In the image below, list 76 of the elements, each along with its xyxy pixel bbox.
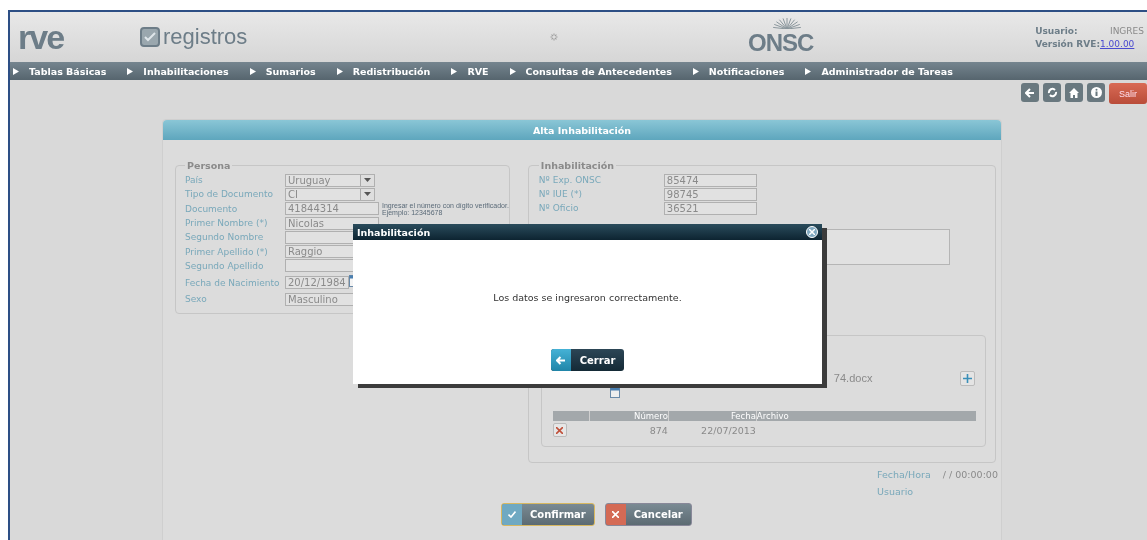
field-label: Tipo de Documento xyxy=(185,189,275,200)
caret-icon[interactable] xyxy=(364,192,371,197)
arrow-left-icon[interactable] xyxy=(556,355,566,365)
user-label: Usuario xyxy=(877,486,915,497)
menu-item[interactable]: Redistribución xyxy=(336,65,431,77)
close-dialog-button[interactable]: Cerrar xyxy=(550,349,625,371)
menu-item[interactable]: Inhabilitaciones xyxy=(127,65,229,77)
exit-button[interactable]: Salir xyxy=(1109,83,1147,104)
triangle-icon xyxy=(509,67,516,75)
menu-item[interactable]: Consultas de Antecedentes xyxy=(509,65,672,77)
cancel-button[interactable]: Cancelar xyxy=(604,503,692,526)
version-label: Versión RVE: xyxy=(1035,38,1100,49)
select-field[interactable]: Uruguay xyxy=(285,173,375,187)
select-field[interactable]: CI xyxy=(285,187,375,201)
field-label: Segundo Apellido xyxy=(185,260,265,271)
column-header: Fecha xyxy=(667,411,756,421)
panel-legend: Inhabilitación xyxy=(538,160,617,171)
info-button[interactable] xyxy=(1087,83,1105,102)
field-label: Sexo xyxy=(185,294,208,305)
agency-logo: ONSC xyxy=(748,29,814,57)
refresh-button[interactable] xyxy=(1043,83,1061,102)
home-button[interactable] xyxy=(1065,83,1083,102)
field-label: Nº Oficio xyxy=(538,203,580,213)
input-field[interactable]: 85474 xyxy=(663,173,757,187)
delete-button[interactable] xyxy=(552,423,567,437)
field-label: Segundo Nombre xyxy=(185,232,265,243)
version-link[interactable]: 1.00.00 xyxy=(1100,38,1144,49)
input-field[interactable]: 41844314 xyxy=(285,202,379,216)
field-label: Nº Exp. ONSC xyxy=(538,175,602,185)
menu-item[interactable]: RVE xyxy=(451,65,489,77)
field-label: Primer Apellido (*) xyxy=(185,246,269,257)
back-button[interactable] xyxy=(1021,83,1039,102)
column-header: Archivo xyxy=(755,411,976,421)
menu-item[interactable]: Tablas Básicas xyxy=(13,65,107,77)
file-name: 74.docx xyxy=(833,372,873,384)
column-header: Número xyxy=(588,411,668,421)
cross-icon[interactable] xyxy=(556,426,564,434)
table-cell-text: 874 xyxy=(648,424,668,436)
datetime-value: / / 00:00:00 xyxy=(942,469,999,480)
menu-item[interactable]: Administrador de Tareas xyxy=(805,65,953,77)
field-label: Primer Nombre (*) xyxy=(185,218,269,229)
table-cell-text: 22/07/2013 xyxy=(700,424,756,436)
triangle-icon xyxy=(13,67,19,75)
menu-item[interactable]: Notificaciones xyxy=(692,65,785,77)
field-label: Nº IUE (*) xyxy=(538,189,583,199)
triangle-icon xyxy=(451,67,458,75)
triangle-icon xyxy=(336,67,343,75)
input-field[interactable]: 36521 xyxy=(663,201,757,215)
refresh-icon[interactable] xyxy=(1046,87,1058,98)
logo: rve xyxy=(18,20,65,54)
panel-legend: Persona xyxy=(185,160,233,171)
input-field[interactable]: 98745 xyxy=(663,187,757,201)
dialog-message: Los datos se ingresaron correctamente. xyxy=(493,292,682,303)
spinner-icon xyxy=(550,33,558,41)
checkbox-icon xyxy=(140,27,160,47)
home-icon[interactable] xyxy=(1069,87,1079,98)
datetime-label: Fecha/Hora xyxy=(877,469,932,480)
arrow-left-icon[interactable] xyxy=(1025,87,1035,98)
caret-icon[interactable] xyxy=(364,178,371,183)
menu-item[interactable]: Sumarios xyxy=(249,65,316,77)
app-name: registros xyxy=(163,24,248,50)
form-title: Alta Inhabilitación xyxy=(163,120,1001,140)
user-label: Usuario: xyxy=(1035,25,1079,36)
date-field[interactable]: 20/12/1984 xyxy=(285,276,349,290)
sun-icon xyxy=(772,17,802,29)
info-icon[interactable] xyxy=(1090,87,1102,98)
field-label: País xyxy=(185,175,204,186)
triangle-icon xyxy=(692,67,699,75)
field-label: Documento xyxy=(185,203,239,214)
user-name: INGRES xyxy=(1110,25,1144,36)
triangle-icon xyxy=(805,67,812,75)
check-icon[interactable] xyxy=(508,511,516,518)
triangle-icon xyxy=(127,67,134,75)
field-label: Fecha de Nacimiento xyxy=(185,277,281,288)
triangle-icon xyxy=(249,67,256,75)
confirm-button[interactable]: Confirmar xyxy=(501,503,595,526)
